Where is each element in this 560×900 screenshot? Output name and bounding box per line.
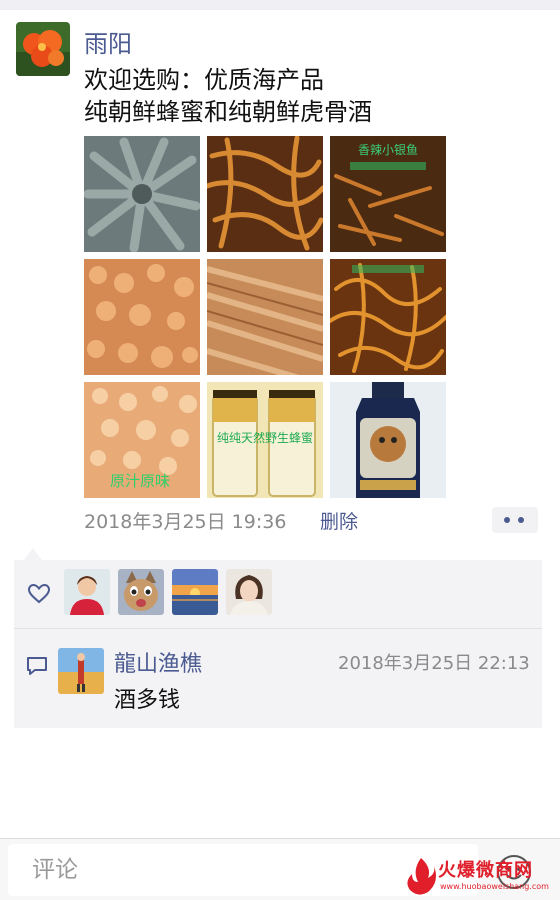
photo-dried-fish-fillet[interactable] <box>207 259 323 375</box>
likes-row <box>14 560 542 628</box>
heart-outline-icon <box>28 584 50 604</box>
dot-icon <box>504 517 510 523</box>
more-options-button[interactable] <box>492 507 538 533</box>
photo-dried-squid-strips[interactable] <box>207 136 323 252</box>
panel-pointer <box>24 548 42 560</box>
dot-icon <box>518 517 524 523</box>
photo-dried-shrimp-small[interactable]: 原汁原味 <box>84 382 200 498</box>
post-timestamp: 2018年3月25日 19:36 <box>84 511 287 533</box>
top-strip <box>0 0 560 10</box>
comment-time: 2018年3月25日 22:13 <box>338 653 530 674</box>
photo-sea-cucumber[interactable] <box>84 136 200 252</box>
photo-honey-jars[interactable]: 纯纯天然野生蜂蜜 <box>207 382 323 498</box>
post-author-name[interactable]: 雨阳 <box>84 24 132 59</box>
post-message: 欢迎选购：优质海产品 纯朝鲜蜂蜜和纯朝鲜虎骨酒 <box>84 66 372 126</box>
delete-button[interactable]: 删除 <box>320 507 358 534</box>
photo-tiger-bone-wine[interactable] <box>330 382 446 498</box>
comment-bubble-icon <box>27 657 47 675</box>
author-avatar[interactable] <box>16 22 70 76</box>
like-avatar-cat-photo[interactable] <box>118 569 164 615</box>
photo-grid: 香辣小银鱼 原汁原味 纯纯天然野生蜂蜜 <box>84 136 446 498</box>
photo-dried-shrimp[interactable] <box>84 259 200 375</box>
photo-spicy-fish[interactable]: 香辣小银鱼 <box>330 136 446 252</box>
photo-caption: 纯纯天然野生蜂蜜 <box>217 430 313 445</box>
interaction-panel: 龍山渔樵 2018年3月25日 22:13 酒多钱 <box>14 560 542 728</box>
photo-caption: 香辣小银鱼 <box>358 143 418 157</box>
photo-spicy-squid[interactable] <box>330 259 446 375</box>
photo-caption: 原汁原味 <box>110 472 170 490</box>
like-avatar-woman-red-jacket[interactable] <box>64 569 110 615</box>
like-avatar-sunset-beach[interactable] <box>172 569 218 615</box>
watermark-url: www.huobaoweishang.com <box>440 882 549 891</box>
commenter-name[interactable]: 龍山渔樵 <box>114 646 202 678</box>
like-avatar-girl-portrait[interactable] <box>226 569 272 615</box>
flame-logo-icon <box>407 858 436 895</box>
watermark-text: 火爆微商网 <box>438 860 533 881</box>
comment-text[interactable]: 酒多钱 <box>114 682 180 714</box>
site-watermark: 火爆微商网 www.huobaoweishang.com <box>404 856 556 896</box>
divider <box>14 628 542 629</box>
commenter-avatar[interactable] <box>58 648 104 694</box>
